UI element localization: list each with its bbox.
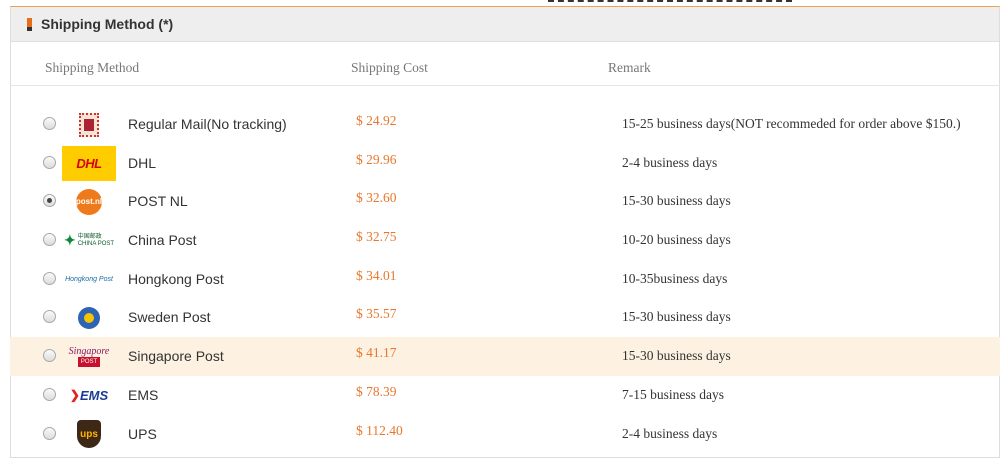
section-marker-icon [27,17,32,31]
radio-button[interactable] [43,233,56,247]
radio-button-selected[interactable] [43,194,56,208]
shipping-option-row[interactable]: Sweden Post $ 35.57 15-30 business days [10,298,1000,337]
dashed-divider [548,0,792,2]
remark-text: 15-25 business days(NOT recommeded for o… [622,116,961,131]
ups-logo-text: ups [77,420,101,448]
remark-text: 2-4 business days [622,425,718,441]
hongkong-post-logo-text: Hongkong Post [65,275,113,283]
method-name: China Post [128,232,197,249]
method-name: Singapore Post [128,348,224,365]
shipping-cost: $ 41.17 [356,345,397,361]
shipping-option-row[interactable]: post.nl POST NL $ 32.60 15-30 business d… [10,182,1000,221]
shipping-cost: $ 78.39 [356,383,397,399]
sweden-post-logo [62,300,116,335]
shipping-option-row[interactable]: Hongkong Post Hongkong Post $ 34.01 10-3… [10,260,1000,299]
radio-button[interactable] [43,271,56,285]
method-name: Hongkong Post [128,270,224,287]
dhl-logo: DHL [62,145,116,181]
remark-text: 10-35business days [622,270,728,286]
shipping-cost: $ 32.75 [356,229,397,245]
shipping-cost: $ 29.96 [356,151,397,167]
ems-logo-text: EMS [79,387,109,403]
radio-button[interactable] [43,117,56,130]
method-name: Sweden Post [128,309,211,326]
panel-header: Shipping Method (*) [11,7,999,42]
method-name: POST NL [128,193,188,210]
china-post-logo-text: 中国邮政 [77,233,102,240]
radio-button[interactable] [43,387,56,401]
header-divider [10,85,1000,86]
shipping-cost: $ 35.57 [356,306,397,322]
china-post-logo-subtext: CHINA POST [77,240,115,247]
radio-button[interactable] [43,349,56,363]
shipping-option-row[interactable]: Regular Mail(No tracking) $ 24.92 15-25 … [10,105,1000,144]
postnl-logo: post.nl [62,184,116,219]
column-header-cost: Shipping Cost [351,60,428,75]
shipping-cost: $ 34.01 [356,267,397,283]
shipping-option-row[interactable]: DHL DHL $ 29.96 2-4 business days [10,144,1000,183]
column-header-remark: Remark [608,60,651,75]
remark-text: 15-30 business days [622,348,731,364]
shipping-option-row[interactable]: ups UPS $ 112.40 2-4 business days [10,415,1000,454]
shipping-cost: $ 112.40 [356,422,403,438]
remark-text: 15-30 business days [622,309,731,325]
singapore-post-logo-text: Singapore [68,345,110,357]
ems-logo: ❯ EMS [69,387,109,403]
ups-logo: ups [62,417,116,452]
method-name: DHL [128,154,157,171]
radio-button[interactable] [43,310,56,324]
remark-text: 7-15 business days [622,386,724,402]
postnl-logo-text: post.nl [76,188,102,215]
shipping-option-row[interactable]: ✦ 中国邮政 CHINA POST China Post $ 32.75 10-20… [10,221,1000,260]
singapore-post-logo-subtext: POST [77,356,101,367]
remark-text: 2-4 business days [622,154,718,170]
method-name: EMS [128,386,159,403]
shipping-option-row-hovered[interactable]: Singapore POST Singapore Post $ 41.17 15-… [10,337,1000,376]
shipping-cost: $ 24.92 [356,113,397,128]
shipping-option-row[interactable]: ❯ EMS EMS $ 78.39 7-15 business days [10,376,1000,415]
hongkong-post-logo: Hongkong Post [62,262,116,297]
stamp-icon [62,107,116,142]
remark-text: 10-20 business days [622,232,731,248]
radio-button[interactable] [43,155,56,169]
method-name: Regular Mail(No tracking) [128,116,287,132]
radio-button[interactable] [43,426,56,440]
remark-text: 15-30 business days [622,193,731,209]
china-post-logo: ✦ 中国邮政 CHINA POST [63,232,115,249]
dhl-logo-text: DHL [76,155,102,171]
panel-title: Shipping Method (*) [41,16,174,32]
shipping-cost: $ 32.60 [356,190,397,206]
shipping-options-list: Regular Mail(No tracking) $ 24.92 15-25 … [10,105,1000,453]
method-name: UPS [128,425,157,442]
column-header-method: Shipping Method [45,60,140,75]
singapore-post-logo: Singapore POST [62,339,116,374]
